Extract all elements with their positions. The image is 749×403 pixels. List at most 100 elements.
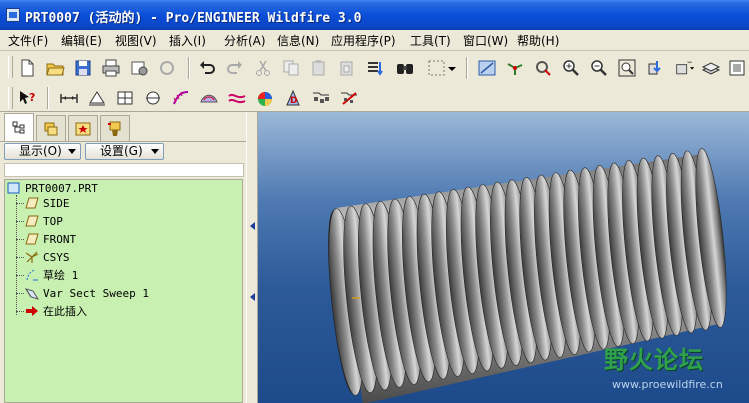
connections-icon <box>108 121 121 136</box>
draft-analysis-icon[interactable] <box>226 87 248 109</box>
tree-item-label: Var Sect Sweep 1 <box>43 286 149 300</box>
undo-icon[interactable] <box>196 57 218 79</box>
tree-item-sketch[interactable]: 草绘 1 <box>25 267 78 283</box>
tree-item-insert-here[interactable]: 在此插入 <box>25 303 87 319</box>
zoom-out-icon[interactable] <box>588 57 610 79</box>
shaded-curvature-icon[interactable] <box>198 87 220 109</box>
paste-special-icon[interactable] <box>336 57 358 79</box>
tree-item-label: CSYS <box>43 250 70 264</box>
model-tree: PRT0007.PRT SIDE TOP FRONT CSYS 草绘 1 Var… <box>4 179 243 403</box>
find-binoculars-icon[interactable] <box>394 57 416 79</box>
tree-item-csys[interactable]: CSYS <box>25 249 70 265</box>
reflection-analysis-icon[interactable] <box>254 87 276 109</box>
orient-mode-icon[interactable] <box>532 57 554 79</box>
collapse-left-icon[interactable] <box>250 293 255 301</box>
reorient-icon[interactable] <box>644 57 666 79</box>
svg-text:?: ? <box>29 91 35 104</box>
settings-dropdown-label: 设置(G) <box>100 144 143 158</box>
tab-folder-browser[interactable] <box>36 115 66 141</box>
toolbar-separator <box>47 87 49 109</box>
spin-center-icon[interactable] <box>504 57 526 79</box>
toolbar-separator <box>466 57 468 79</box>
favorites-icon <box>75 122 91 135</box>
paste-icon[interactable] <box>308 57 330 79</box>
saved-analysis-icon[interactable] <box>310 87 332 109</box>
hide-analysis-icon[interactable] <box>338 87 360 109</box>
watermark-logo-text: 野火论坛 <box>604 346 704 374</box>
menu-info[interactable]: 信息(N) <box>275 32 321 49</box>
toolbar-grip[interactable] <box>8 56 13 78</box>
view-manager-icon[interactable] <box>726 57 748 79</box>
chevron-down-icon <box>151 149 159 154</box>
tree-item-side[interactable]: SIDE <box>25 195 70 211</box>
tree-guide-line <box>16 275 24 276</box>
curvature-icon[interactable] <box>170 87 192 109</box>
tree-item-sweep[interactable]: Var Sect Sweep 1 <box>25 285 149 301</box>
measure-distance-icon[interactable] <box>58 87 80 109</box>
regenerate-icon[interactable] <box>156 57 178 79</box>
tab-connections[interactable] <box>100 115 130 141</box>
tree-guide-line <box>16 293 24 294</box>
toolbar-grip[interactable] <box>8 87 13 109</box>
show-dropdown[interactable]: 显示(O) <box>4 143 81 160</box>
regenerate-manager-icon[interactable] <box>364 57 386 79</box>
model-tree-icon <box>12 121 25 133</box>
menu-view[interactable]: 视图(V) <box>113 32 159 49</box>
tab-divider <box>0 141 246 142</box>
menu-applications[interactable]: 应用程序(P) <box>329 32 398 49</box>
datum-plane-icon <box>25 197 39 209</box>
show-dropdown-label: 显示(O) <box>19 144 62 158</box>
coordinate-system-icon <box>25 251 39 263</box>
send-mail-icon[interactable] <box>128 57 150 79</box>
cut-icon[interactable] <box>252 57 274 79</box>
save-icon[interactable] <box>72 57 94 79</box>
toolbar-separator <box>188 57 190 79</box>
redraw-icon[interactable] <box>476 57 498 79</box>
section-analysis-icon[interactable] <box>142 87 164 109</box>
tree-root-label: PRT0007.PRT <box>25 181 98 195</box>
window-title: PRT0007 (活动的) - Pro/ENGINEER Wildfire 3.… <box>25 11 362 26</box>
app-icon[interactable] <box>6 8 20 22</box>
context-help-icon[interactable]: ? <box>16 87 38 109</box>
print-icon[interactable] <box>100 57 122 79</box>
mass-properties-icon[interactable] <box>114 87 136 109</box>
layers-icon[interactable] <box>700 57 722 79</box>
sweep-icon <box>25 288 39 300</box>
menu-analysis[interactable]: 分析(A) <box>222 32 268 49</box>
datum-plane-icon <box>25 233 39 245</box>
selection-dropdown-icon[interactable] <box>447 57 457 79</box>
dihedral-angle-icon[interactable]: D <box>282 87 304 109</box>
tab-model-tree[interactable] <box>4 113 34 141</box>
saved-views-icon[interactable] <box>672 57 698 79</box>
redo-icon[interactable] <box>224 57 246 79</box>
tree-item-label: SIDE <box>43 196 70 210</box>
tree-filter-bar[interactable] <box>4 163 244 177</box>
refit-icon[interactable] <box>616 57 638 79</box>
navigator-panel: 显示(O) 设置(G) PRT0007.PRT SIDE TOP FRONT C… <box>0 112 246 403</box>
folder-browser-icon <box>44 122 58 135</box>
menu-tools[interactable]: 工具(T) <box>408 32 453 49</box>
tree-guide-line <box>16 257 24 258</box>
svg-text:D: D <box>290 96 297 106</box>
menu-window[interactable]: 窗口(W) <box>461 32 510 49</box>
menu-help[interactable]: 帮助(H) <box>515 32 561 49</box>
settings-dropdown[interactable]: 设置(G) <box>85 143 164 160</box>
sketch-icon <box>26 269 38 281</box>
title-bar[interactable]: PRT0007 (活动的) - Pro/ENGINEER Wildfire 3.… <box>0 0 749 30</box>
open-folder-icon[interactable] <box>44 57 66 79</box>
new-file-icon[interactable] <box>16 57 38 79</box>
tree-item-label: 草绘 1 <box>43 269 79 282</box>
menu-file[interactable]: 文件(F) <box>6 32 50 49</box>
panel-splitter[interactable] <box>246 112 258 403</box>
menu-insert[interactable]: 插入(I) <box>167 32 208 49</box>
zoom-in-icon[interactable] <box>560 57 582 79</box>
tab-favorites[interactable] <box>68 115 98 141</box>
menu-edit[interactable]: 编辑(E) <box>59 32 104 49</box>
tree-root[interactable]: PRT0007.PRT <box>7 180 98 196</box>
tree-item-front[interactable]: FRONT <box>25 231 76 247</box>
collapse-left-icon[interactable] <box>250 222 255 230</box>
tree-item-top[interactable]: TOP <box>25 213 63 229</box>
tree-guide-line <box>16 203 24 204</box>
copy-icon[interactable] <box>280 57 302 79</box>
measure-area-icon[interactable] <box>86 87 108 109</box>
